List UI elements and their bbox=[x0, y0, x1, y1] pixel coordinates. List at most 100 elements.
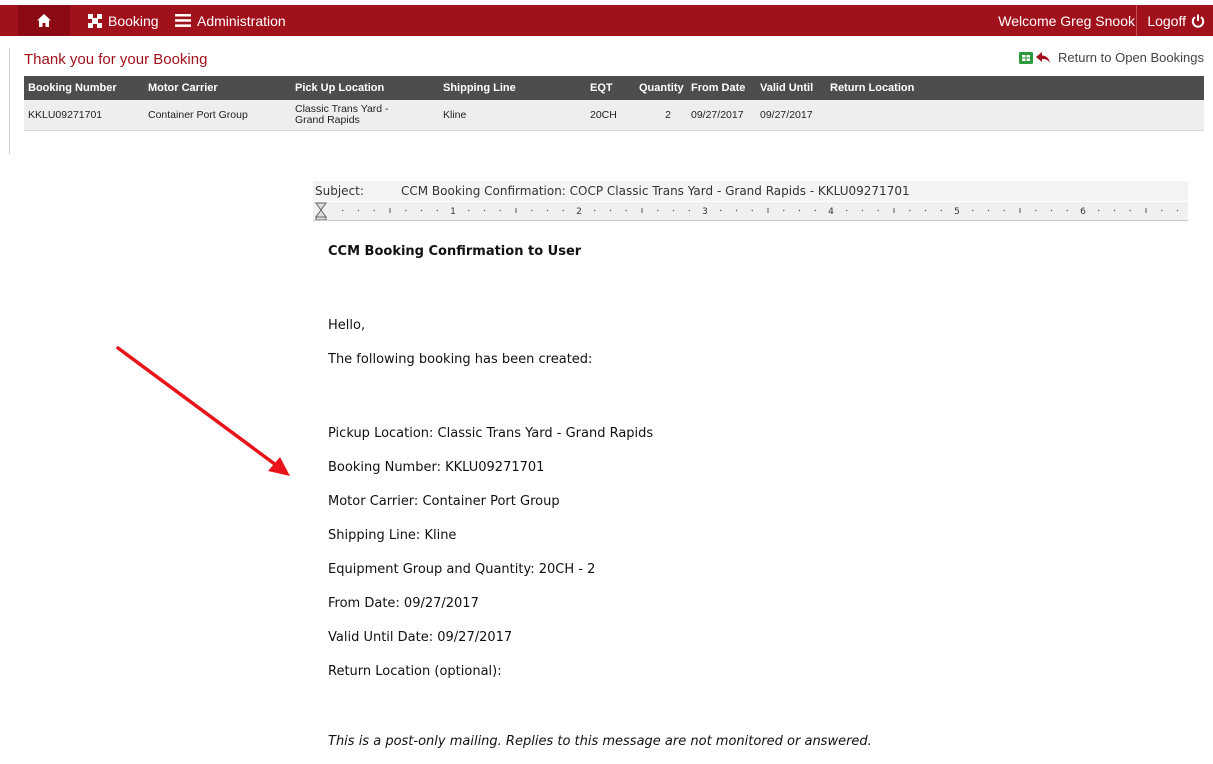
logoff-button[interactable]: Logoff bbox=[1136, 5, 1213, 36]
cell-from-date: 09/27/2017 bbox=[687, 100, 756, 131]
subject-label: Subject: bbox=[315, 184, 364, 198]
ruler-tick bbox=[562, 209, 564, 212]
home-icon bbox=[37, 14, 51, 27]
ruler-tick bbox=[783, 209, 785, 212]
email-footer: This is a post-only mailing. Replies to … bbox=[328, 734, 872, 749]
email-line-valid-until: Valid Until Date: 09/27/2017 bbox=[328, 630, 513, 645]
ruler-tick bbox=[546, 209, 549, 212]
ruler: 1 2 3 4 5 6 bbox=[313, 202, 1188, 221]
ruler-tick bbox=[877, 209, 879, 212]
excel-icon bbox=[1019, 51, 1034, 64]
email-intro: The following booking has been created: bbox=[328, 352, 593, 367]
cell-motor-carrier: Container Port Group bbox=[144, 100, 291, 131]
ruler-number: 4 bbox=[828, 207, 834, 217]
ruler-tick bbox=[657, 209, 659, 212]
email-preview: Subject: CCM Booking Confirmation: COCP … bbox=[313, 181, 1188, 764]
ruler-number: 3 bbox=[702, 207, 708, 217]
ruler-tick bbox=[720, 209, 722, 212]
ruler-tick bbox=[594, 209, 596, 212]
ruler-tick bbox=[531, 209, 533, 212]
top-nav-bar: Booking Administration Welcome Greg Snoo… bbox=[0, 5, 1213, 36]
welcome-text: Welcome Greg Snook bbox=[998, 12, 1135, 29]
back-arrow-icon bbox=[1036, 51, 1051, 63]
cell-booking-number: KKLU09271701 bbox=[24, 100, 144, 131]
ruler-tick bbox=[625, 209, 627, 212]
email-line-from-date: From Date: 09/27/2017 bbox=[328, 596, 479, 611]
booking-icon bbox=[88, 13, 102, 28]
col-motor-carrier: Motor Carrier bbox=[144, 76, 291, 100]
col-pickup-location: Pick Up Location bbox=[291, 76, 439, 100]
ruler-tick bbox=[1113, 209, 1116, 212]
ruler-tick bbox=[609, 209, 612, 212]
ruler-tick bbox=[987, 209, 990, 212]
email-line-equipment: Equipment Group and Quantity: 20CH - 2 bbox=[328, 562, 596, 577]
ruler-tick bbox=[861, 209, 864, 212]
cell-shipping-line: Kline bbox=[439, 100, 586, 131]
content-border bbox=[9, 48, 10, 154]
col-valid-until: Valid Until bbox=[756, 76, 826, 100]
nav-administration[interactable]: Administration bbox=[175, 5, 286, 36]
page-title: Thank you for your Booking bbox=[24, 51, 208, 68]
ruler-tick bbox=[688, 209, 690, 212]
ruler-tick bbox=[436, 209, 438, 212]
ruler-number: 5 bbox=[954, 207, 960, 217]
email-greeting: Hello, bbox=[328, 318, 366, 333]
ruler-tick bbox=[1161, 209, 1163, 212]
ruler-tick bbox=[798, 209, 801, 212]
cell-return-location bbox=[826, 100, 1204, 131]
ruler-tick bbox=[924, 209, 927, 212]
col-quantity: Quantity bbox=[635, 76, 687, 100]
nav-booking-label: Booking bbox=[108, 12, 159, 29]
logoff-label: Logoff bbox=[1147, 12, 1186, 29]
nav-booking[interactable]: Booking bbox=[88, 5, 159, 36]
col-from-date: From Date bbox=[687, 76, 756, 100]
ruler-tick bbox=[735, 209, 738, 212]
ruler-tick bbox=[405, 209, 407, 212]
ruler-number: 1 bbox=[450, 207, 456, 217]
ruler-tick bbox=[1098, 209, 1100, 212]
menu-icon bbox=[175, 14, 191, 27]
ruler-tick bbox=[814, 209, 816, 212]
email-heading: CCM Booking Confirmation to User bbox=[328, 244, 582, 259]
subject-value: CCM Booking Confirmation: COCP Classic T… bbox=[401, 184, 910, 198]
email-line-return-location: Return Location (optional): bbox=[328, 664, 502, 679]
ruler-number: 2 bbox=[576, 207, 582, 217]
ruler-tick bbox=[1066, 209, 1068, 212]
col-return-location: Return Location bbox=[826, 76, 1204, 100]
ruler-tick bbox=[972, 209, 974, 212]
ruler-tick bbox=[751, 209, 753, 212]
col-shipping-line: Shipping Line bbox=[439, 76, 586, 100]
return-icons bbox=[1019, 51, 1051, 64]
ruler-tick bbox=[846, 209, 848, 212]
cell-pickup-location: Classic Trans Yard - Grand Rapids bbox=[291, 100, 439, 131]
table-header-row: Booking Number Motor Carrier Pick Up Loc… bbox=[24, 76, 1204, 100]
cell-quantity: 2 bbox=[635, 100, 687, 131]
ruler-tick bbox=[672, 209, 675, 212]
cell-valid-until: 09/27/2017 bbox=[756, 100, 826, 131]
return-to-open-bookings-link[interactable]: Return to Open Bookings bbox=[1019, 50, 1204, 65]
email-subject-bar: Subject: CCM Booking Confirmation: COCP … bbox=[313, 181, 1188, 201]
booking-table: Booking Number Motor Carrier Pick Up Loc… bbox=[24, 76, 1204, 131]
cell-eqt: 20CH bbox=[586, 100, 635, 131]
table-row[interactable]: KKLU09271701 Container Port Group Classi… bbox=[24, 100, 1204, 131]
email-line-motor-carrier: Motor Carrier: Container Port Group bbox=[328, 494, 560, 509]
col-eqt: EQT bbox=[586, 76, 635, 100]
ruler-number: 6 bbox=[1080, 207, 1086, 217]
ruler-tick bbox=[483, 209, 486, 212]
ruler-tick bbox=[1003, 209, 1005, 212]
annotation-arrow bbox=[116, 346, 290, 476]
nav-administration-label: Administration bbox=[197, 12, 286, 29]
ruler-tick bbox=[342, 209, 344, 212]
ruler-tick bbox=[373, 209, 375, 212]
ruler-tick bbox=[468, 209, 470, 212]
email-line-shipping-line: Shipping Line: Kline bbox=[328, 528, 457, 543]
email-line-booking-number: Booking Number: KKLU09271701 bbox=[328, 460, 545, 475]
ruler-tick bbox=[940, 209, 942, 212]
power-icon bbox=[1191, 14, 1205, 28]
ruler-tick bbox=[420, 209, 423, 212]
home-button[interactable] bbox=[18, 5, 70, 36]
ruler-tick bbox=[1050, 209, 1053, 212]
ruler-tick bbox=[909, 209, 911, 212]
ruler-scale: 1 2 3 4 5 6 bbox=[315, 202, 1179, 220]
ruler-tick bbox=[499, 209, 501, 212]
